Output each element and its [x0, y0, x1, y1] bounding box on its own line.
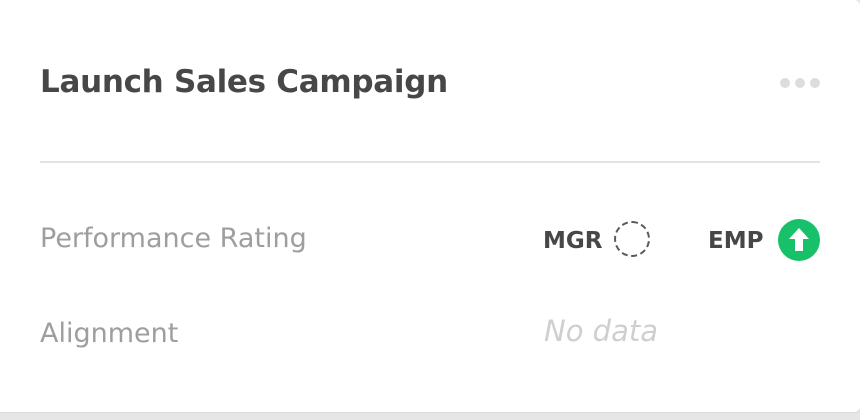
more-dot: [810, 78, 820, 88]
more-dot: [780, 78, 790, 88]
card-title: Launch Sales Campaign: [40, 64, 448, 100]
emp-label: EMP: [708, 228, 764, 254]
divider: [40, 161, 820, 163]
emp-rating-arrow-up-icon[interactable]: [778, 219, 820, 261]
goal-card: Launch Sales Campaign Performance Rating…: [0, 0, 860, 412]
performance-rating-label: Performance Rating: [40, 223, 307, 254]
alignment-label: Alignment: [40, 318, 179, 349]
alignment-no-data: No data: [544, 314, 658, 348]
mgr-label: MGR: [543, 228, 603, 254]
more-dot: [795, 78, 805, 88]
more-options-icon[interactable]: [780, 78, 820, 88]
mgr-rating-empty-icon[interactable]: [614, 221, 650, 257]
